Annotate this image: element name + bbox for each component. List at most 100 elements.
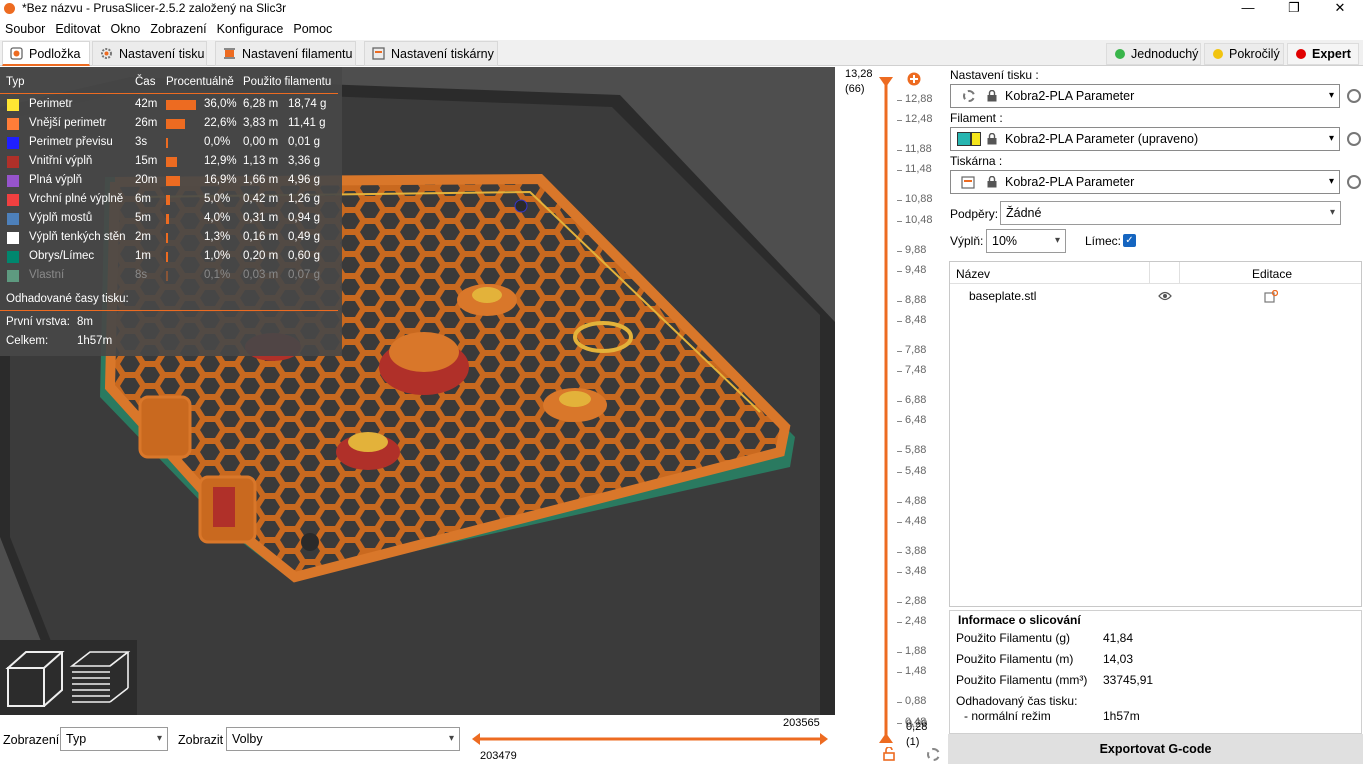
legend-percent: 1,0% (204, 250, 231, 262)
menu-okno[interactable]: Okno (105, 19, 145, 36)
legend-percent: 5,0% (204, 193, 231, 205)
legend-color-swatch (7, 232, 19, 244)
legend-filament-m: 0,00 m (243, 136, 279, 148)
legend-filament-m: 1,66 m (243, 174, 279, 186)
filament-select[interactable]: Kobra2-PLA Parameter (upraveno) ▾ (950, 127, 1340, 151)
layer-tick-label: 3,88 (905, 544, 927, 557)
legend-filament-m: 0,20 m (243, 250, 279, 262)
total-time-label: Celkem: (6, 335, 49, 347)
legend-row[interactable]: Vnější perimetr 26m 22,6% 3,83 m 11,41 g (0, 115, 342, 134)
title-bar: *Bez názvu - PrusaSlicer-2.5.2 založený … (0, 0, 1363, 18)
printer-label: Tiskárna : (950, 154, 1003, 168)
view-type-label: Zobrazení (3, 733, 60, 747)
close-button[interactable]: ✕ (1317, 0, 1363, 18)
layers-view-icon[interactable] (68, 646, 132, 710)
menu-konfigurace[interactable]: Konfigurace (212, 19, 289, 36)
mode-expert-button[interactable]: Expert (1287, 43, 1359, 65)
tab-podlozka[interactable]: Podložka (2, 41, 90, 66)
legend-filament-m: 0,16 m (243, 231, 279, 243)
estimated-time-label: Odhadovaný čas tisku: (956, 694, 1078, 708)
legend-row[interactable]: Výplň mostů 5m 4,0% 0,31 m 0,94 g (0, 210, 342, 229)
menu-zobrazeni[interactable]: Zobrazení (145, 19, 211, 36)
filament-color-swatch (957, 132, 971, 146)
legend-filament-g: 0,07 g (288, 269, 320, 281)
mode-simple-button[interactable]: Jednoduchý (1106, 43, 1201, 65)
layer-tick-mark (897, 120, 902, 122)
printer-icon (372, 47, 385, 60)
layer-tick-label: 2,88 (905, 595, 927, 607)
layer-top-height: 13,28 (845, 68, 873, 80)
chevron-down-icon: ▾ (448, 733, 454, 744)
mode-advanced-button[interactable]: Pokročilý (1204, 43, 1284, 65)
show-options-label: Zobrazit (178, 733, 224, 747)
legend-row[interactable]: Perimetr 42m 36,0% 6,28 m 18,74 g (0, 96, 342, 115)
legend-type-name: Výplň tenkých stěn (29, 231, 126, 243)
legend-percent: 12,9% (204, 155, 237, 167)
layer-tick-mark (897, 471, 902, 473)
legend-row[interactable]: Vrchní plné výplně 6m 5,0% 0,42 m 1,26 g (0, 191, 342, 210)
view-type-select[interactable]: Typ ▾ (60, 727, 168, 751)
object-list-header-edit[interactable]: Editace (1252, 267, 1292, 281)
vertical-layer-slider[interactable] (875, 69, 897, 761)
tab-nastaveni-tisku[interactable]: Nastavení tisku (92, 41, 207, 66)
layer-settings-gear-icon[interactable] (927, 748, 940, 761)
legend-time: 3s (135, 136, 148, 148)
edit-object-icon[interactable] (1264, 290, 1278, 303)
horizontal-move-slider[interactable] (470, 731, 830, 747)
legend-row[interactable]: Plná výplň 20m 16,9% 1,66 m 4,96 g (0, 172, 342, 191)
show-options-select[interactable]: Volby ▾ (226, 727, 460, 751)
filament-settings-gear-icon[interactable] (1347, 132, 1361, 146)
legend-header-filament: Použito filamentu (243, 76, 332, 88)
layer-slider-panel: 13,28 (66) 12,88 12,48 11,88 11,48 10,88 10,4… (835, 67, 948, 764)
3d-view-cube-icon[interactable] (4, 646, 66, 710)
legend-row[interactable]: Perimetr převisu 3s 0,0% 0,00 m 0,01 g (0, 134, 342, 153)
legend-percent-bar (166, 119, 185, 129)
first-layer-label: První vrstva: (6, 316, 70, 328)
print-settings-gear-icon[interactable] (1347, 89, 1361, 103)
legend-filament-m: 6,28 m (243, 98, 279, 110)
layer-tick-mark (897, 652, 902, 654)
printer-settings-gear-icon[interactable] (1347, 175, 1361, 189)
right-sidebar: Nastavení tisku : Kobra2-PLA Parameter ▾ … (948, 67, 1363, 764)
object-name: baseplate.stl (969, 289, 1037, 303)
object-list: Název Editace baseplate.stl (949, 261, 1362, 607)
legend-type-name: Perimetr převisu (29, 136, 113, 148)
menu-soubor[interactable]: Soubor (0, 19, 50, 36)
layer-tick-mark (897, 421, 902, 423)
supports-select[interactable]: Žádné ▾ (1000, 201, 1341, 225)
brim-checkbox[interactable]: ✓ (1123, 234, 1136, 247)
layer-tick-mark (897, 371, 902, 373)
tab-nastaveni-filamentu[interactable]: Nastavení filamentu (215, 41, 356, 66)
filament-used-m-label: Použito Filamentu (m) (956, 652, 1074, 666)
printer-select[interactable]: Kobra2-PLA Parameter ▾ (950, 170, 1340, 194)
unlock-icon[interactable] (883, 747, 895, 761)
minimize-button[interactable]: — (1225, 0, 1271, 18)
legend-type-name: Plná výplň (29, 174, 83, 186)
layer-tick-label: 6,48 (905, 414, 927, 427)
legend-percent-bar (166, 233, 168, 243)
menu-pomoc[interactable]: Pomoc (288, 19, 337, 36)
legend-filament-g: 3,36 g (288, 155, 320, 167)
legend-filament-m: 3,83 m (243, 117, 279, 129)
print-profile-gear-icon (963, 90, 975, 102)
infill-select[interactable]: 10% ▾ (986, 229, 1066, 253)
legend-row[interactable]: Obrys/Límec 1m 1,0% 0,20 m 0,60 g (0, 248, 342, 267)
print-settings-select[interactable]: Kobra2-PLA Parameter ▾ (950, 84, 1340, 108)
eye-icon[interactable] (1158, 291, 1172, 301)
object-row[interactable]: baseplate.stl (950, 286, 1361, 306)
legend-row[interactable]: Vlastní 8s 0,1% 0,03 m 0,07 g (0, 267, 342, 286)
legend-row[interactable]: Výplň tenkých stěn 2m 1,3% 0,16 m 0,49 g (0, 229, 342, 248)
lock-icon (987, 176, 997, 188)
layer-tick-label: 7,88 (905, 344, 927, 356)
maximize-button[interactable]: ❐ (1271, 0, 1317, 18)
tab-nastaveni-tiskarny[interactable]: Nastavení tiskárny (364, 41, 498, 66)
menu-editovat[interactable]: Editovat (50, 19, 105, 36)
legend-row[interactable]: Vnitřní výplň 15m 12,9% 1,13 m 3,36 g (0, 153, 342, 172)
chevron-down-icon: ▾ (1328, 176, 1334, 187)
object-list-header-name[interactable]: Název (956, 267, 990, 281)
layer-tick-label: 0,88 (905, 695, 927, 708)
layer-tick-label: 6,88 (905, 394, 927, 407)
export-gcode-button[interactable]: Exportovat G-code (948, 734, 1363, 764)
legend-percent-bar (166, 138, 168, 148)
add-color-change-icon[interactable] (907, 72, 921, 86)
